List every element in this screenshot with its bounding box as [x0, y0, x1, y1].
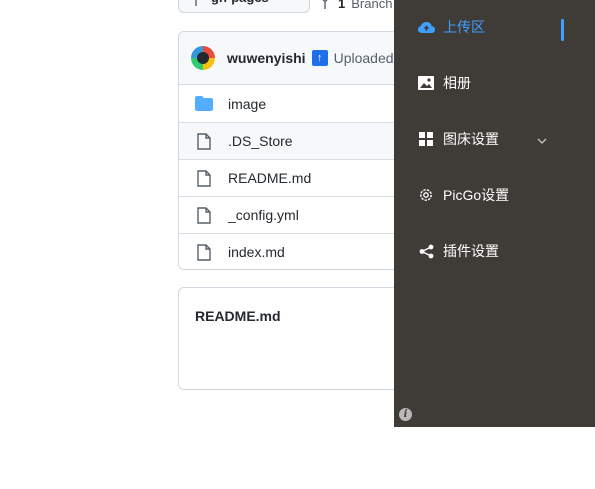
branches-label: Branch — [351, 0, 393, 11]
branches-link[interactable]: 1 Branch — [322, 0, 392, 13]
file-icon — [195, 169, 213, 187]
picgo-sidebar: 上传区 相册 图床设置 PicGo设置 插件设置 i — [394, 0, 595, 427]
menu-item-plugin-settings[interactable]: 插件设置 — [394, 229, 595, 273]
chevron-down-icon[interactable] — [537, 131, 547, 147]
gear-icon — [417, 186, 435, 204]
commit-user[interactable]: wuwenyishi — [227, 50, 306, 66]
menu-label-upload: 上传区 — [443, 19, 485, 35]
menu-label-picgo-settings: PicGo设置 — [443, 187, 510, 203]
menu-item-picbed-settings[interactable]: 图床设置 — [394, 117, 595, 161]
share-icon — [417, 242, 435, 260]
cloud-upload-icon — [417, 18, 435, 36]
file-icon — [195, 243, 213, 261]
file-name[interactable]: .DS_Store — [228, 133, 293, 149]
info-icon[interactable]: i — [399, 408, 412, 421]
file-icon — [195, 132, 213, 150]
file-name[interactable]: README.md — [228, 170, 311, 186]
avatar[interactable] — [191, 46, 215, 70]
branch-icon — [193, 0, 203, 10]
branch-icon — [322, 0, 332, 13]
menu-item-gallery[interactable]: 相册 — [394, 61, 595, 105]
file-icon — [195, 206, 213, 224]
folder-icon — [195, 95, 213, 113]
menu-label-plugin-settings: 插件设置 — [443, 243, 499, 259]
readme-title[interactable]: README.md — [195, 308, 281, 324]
menu-label-picbed-settings: 图床设置 — [443, 131, 499, 147]
file-name[interactable]: index.md — [228, 244, 285, 260]
menu-label-gallery: 相册 — [443, 75, 471, 91]
chevron-down-icon: ▾ — [277, 0, 282, 3]
file-name[interactable]: _config.yml — [228, 207, 299, 223]
branch-label: gh-pages — [211, 0, 269, 5]
menu-item-upload[interactable]: 上传区 — [394, 5, 595, 49]
file-name[interactable]: image — [228, 96, 266, 112]
grid-icon — [417, 130, 435, 148]
picture-icon — [417, 74, 435, 92]
branch-selector-button[interactable]: gh-pages ▾ — [178, 0, 310, 13]
menu-item-picgo-settings[interactable]: PicGo设置 — [394, 173, 595, 217]
arrow-up-icon: ↑ — [311, 50, 328, 66]
